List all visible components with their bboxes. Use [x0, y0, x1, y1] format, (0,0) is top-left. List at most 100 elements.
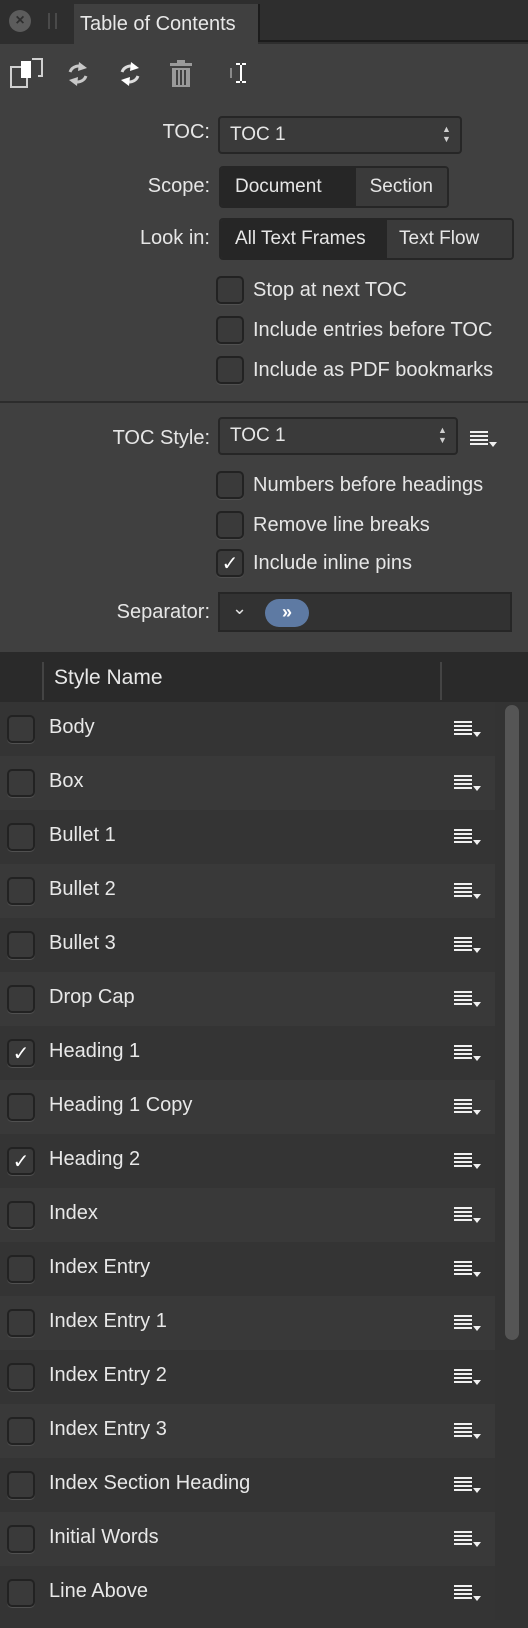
style-list-row[interactable]: Heading 1 Copy — [0, 1080, 495, 1134]
style-list-row[interactable]: ✓ Heading 2 — [0, 1134, 495, 1188]
style-include-checkbox[interactable] — [7, 877, 35, 905]
insert-toc-button[interactable] — [8, 56, 44, 92]
style-list-row[interactable]: ✓ Heading 1 — [0, 1026, 495, 1080]
style-name: Index Entry 1 — [49, 1310, 167, 1332]
look-in-option-all-text-frames[interactable]: All Text Frames — [221, 220, 387, 258]
include-entries-before-toc-checkbox[interactable] — [216, 316, 244, 344]
style-list-row[interactable]: Drop Cap — [0, 972, 495, 1026]
close-icon[interactable]: × — [9, 10, 31, 32]
style-menu-icon[interactable] — [454, 1258, 484, 1282]
style-list-row[interactable]: Index Entry — [0, 1242, 495, 1296]
tab-table-of-contents[interactable]: Table of Contents — [74, 4, 258, 44]
style-menu-icon[interactable] — [454, 1474, 484, 1498]
look-in-segmented-control: All Text Frames Text Flow — [219, 218, 514, 260]
scope-option-section[interactable]: Section — [355, 168, 447, 206]
style-include-checkbox[interactable]: ✓ — [7, 1039, 35, 1067]
style-menu-icon[interactable] — [454, 1042, 484, 1066]
style-include-checkbox[interactable] — [7, 1525, 35, 1553]
style-include-checkbox[interactable] — [7, 1471, 35, 1499]
style-name: Bullet 3 — [49, 932, 116, 954]
style-name: Index Section Heading — [49, 1472, 251, 1494]
include-entries-before-toc-option[interactable]: Include entries before TOC — [216, 315, 492, 345]
style-menu-icon[interactable] — [470, 428, 500, 452]
style-list-row[interactable]: Line Above — [0, 1566, 495, 1620]
style-name: Line Above — [49, 1580, 148, 1602]
style-menu-icon[interactable] — [454, 1204, 484, 1228]
style-menu-icon[interactable] — [454, 826, 484, 850]
column-divider[interactable] — [440, 662, 442, 700]
separator-token[interactable]: » — [265, 599, 309, 627]
update-toc-button[interactable] — [60, 56, 96, 92]
toc-style-select[interactable]: TOC 1 ▲ ▼ — [218, 417, 458, 455]
numbers-before-headings-checkbox[interactable] — [216, 471, 244, 499]
scope-label: Scope: — [147, 175, 210, 197]
include-inline-pins-checkbox[interactable]: ✓ — [216, 549, 244, 577]
include-pdf-bookmarks-checkbox[interactable] — [216, 356, 244, 384]
style-menu-icon[interactable] — [454, 1366, 484, 1390]
include-pdf-bookmarks-label: Include as PDF bookmarks — [253, 358, 494, 381]
style-list-row[interactable]: Index Section Heading — [0, 1458, 495, 1512]
style-include-checkbox[interactable] — [7, 1093, 35, 1121]
style-list-row[interactable]: Index Entry 1 — [0, 1296, 495, 1350]
include-pdf-bookmarks-option[interactable]: Include as PDF bookmarks — [216, 355, 493, 385]
toc-label: TOC: — [162, 121, 210, 143]
style-menu-icon[interactable] — [454, 1096, 484, 1120]
separator-field[interactable]: ⌄ » — [218, 592, 512, 632]
style-list-row[interactable]: Index Entry 2 — [0, 1350, 495, 1404]
style-include-checkbox[interactable] — [7, 931, 35, 959]
style-list-row[interactable]: Index — [0, 1188, 495, 1242]
style-menu-icon[interactable] — [454, 1150, 484, 1174]
stop-at-next-toc-option[interactable]: Stop at next TOC — [216, 275, 407, 305]
style-name-column-header[interactable]: Style Name — [54, 666, 163, 690]
remove-line-breaks-option[interactable]: Remove line breaks — [216, 510, 430, 540]
numbers-before-headings-option[interactable]: Numbers before headings — [216, 470, 483, 500]
trash-icon — [170, 60, 192, 87]
remove-line-breaks-checkbox[interactable] — [216, 511, 244, 539]
style-name: Drop Cap — [49, 986, 135, 1008]
panel-grip-icon[interactable] — [48, 13, 57, 29]
style-include-checkbox[interactable] — [7, 1363, 35, 1391]
style-include-checkbox[interactable] — [7, 1201, 35, 1229]
style-include-checkbox[interactable] — [7, 715, 35, 743]
style-menu-icon[interactable] — [454, 1312, 484, 1336]
stepper-arrows-icon: ▲ ▼ — [442, 124, 451, 144]
style-menu-icon[interactable] — [454, 1420, 484, 1444]
toc-select[interactable]: TOC 1 ▲ ▼ — [218, 116, 462, 154]
style-include-checkbox[interactable]: ✓ — [7, 1147, 35, 1175]
style-list-row[interactable]: Initial Words — [0, 1512, 495, 1566]
stop-at-next-toc-checkbox[interactable] — [216, 276, 244, 304]
style-include-checkbox[interactable] — [7, 1255, 35, 1283]
text-cursor-button[interactable] — [222, 56, 258, 92]
style-menu-icon[interactable] — [454, 934, 484, 958]
style-menu-icon[interactable] — [454, 718, 484, 742]
style-list-row[interactable]: Body — [0, 702, 495, 756]
style-name: Index Entry — [49, 1256, 151, 1278]
style-list-row[interactable]: Bullet 3 — [0, 918, 495, 972]
style-include-checkbox[interactable] — [7, 985, 35, 1013]
look-in-option-text-flow[interactable]: Text Flow — [387, 220, 512, 258]
style-include-checkbox[interactable] — [7, 1309, 35, 1337]
style-list-row[interactable]: Bullet 2 — [0, 864, 495, 918]
style-include-checkbox[interactable] — [7, 1579, 35, 1607]
style-menu-icon[interactable] — [454, 880, 484, 904]
include-inline-pins-option[interactable]: ✓ Include inline pins — [216, 548, 412, 578]
panel-tab-bar: × Table of Contents — [0, 0, 528, 44]
scope-option-document[interactable]: Document — [221, 168, 356, 206]
style-include-checkbox[interactable] — [7, 1417, 35, 1445]
style-include-checkbox[interactable] — [7, 769, 35, 797]
include-inline-pins-label: Include inline pins — [253, 551, 412, 574]
style-include-checkbox[interactable] — [7, 823, 35, 851]
tab-bar-empty-area — [258, 4, 528, 42]
style-menu-icon[interactable] — [454, 772, 484, 796]
style-list-row[interactable]: Box — [0, 756, 495, 810]
style-list-row[interactable]: Bullet 1 — [0, 810, 495, 864]
list-scrollbar[interactable] — [505, 705, 519, 1340]
update-all-toc-button[interactable] — [112, 56, 148, 92]
chevron-down-icon[interactable]: ⌄ — [232, 598, 247, 619]
style-menu-icon[interactable] — [454, 988, 484, 1012]
style-menu-icon[interactable] — [454, 1582, 484, 1606]
delete-toc-button[interactable] — [163, 56, 199, 92]
style-list-row[interactable]: Index Entry 3 — [0, 1404, 495, 1458]
column-divider[interactable] — [42, 662, 44, 700]
style-menu-icon[interactable] — [454, 1528, 484, 1552]
